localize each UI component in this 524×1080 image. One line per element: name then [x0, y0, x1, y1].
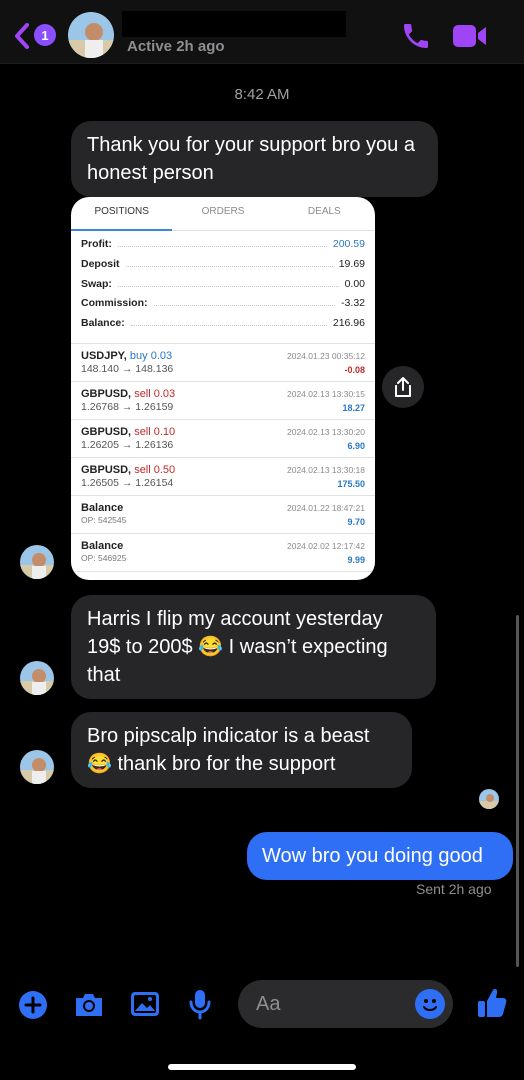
trade-profit: 18.27 — [342, 402, 365, 413]
video-camera-icon — [453, 25, 486, 47]
voice-message-button[interactable] — [188, 988, 212, 1020]
photo-icon — [131, 992, 159, 1016]
sender-avatar[interactable] — [20, 661, 54, 695]
tab-positions: POSITIONS — [71, 197, 173, 231]
emoji-button[interactable] — [415, 989, 445, 1019]
summary-label: Deposit — [81, 257, 120, 270]
phone-icon — [404, 24, 428, 48]
plus-icon — [19, 991, 47, 1019]
back-button[interactable]: 1 — [12, 18, 62, 54]
trade-action: sell 0.50 — [134, 463, 176, 476]
trade-symbol: USDJPY, — [81, 349, 127, 362]
like-button[interactable] — [476, 986, 508, 1020]
trade-action: sell 0.10 — [134, 425, 176, 438]
trade-symbol: GBPUSD, — [81, 387, 132, 400]
trade-date: 2024.01.22 18:47:21 — [287, 502, 365, 513]
summary-row: Commission: -3.32 — [81, 297, 365, 317]
trade-action: sell 0.03 — [134, 387, 176, 400]
message-input[interactable] — [256, 990, 406, 1018]
trade-date: 2024.02.13 13:30:18 — [287, 464, 365, 475]
read-receipt-avatar — [479, 789, 499, 809]
camera-button[interactable] — [73, 990, 105, 1020]
trade-symbol: Balance — [81, 539, 124, 552]
trade-prices: 1.26768 → 1.26159 — [81, 400, 174, 413]
summary-value: 200.59 — [332, 238, 365, 250]
more-actions-button[interactable] — [18, 990, 48, 1020]
scrollbar[interactable] — [516, 615, 519, 967]
camera-icon — [76, 994, 102, 1016]
trade-action: buy 0.03 — [129, 349, 173, 362]
home-indicator — [168, 1064, 356, 1070]
trade-date: 2024.02.02 12:17:42 — [287, 540, 365, 551]
sent-message[interactable]: Wow bro you doing good — [247, 832, 513, 880]
trade-tabs: POSITIONS ORDERS DEALS — [71, 197, 375, 231]
sender-avatar[interactable] — [20, 545, 54, 579]
trade-prices: 1.26205 → 1.26136 — [81, 438, 174, 451]
trade-symbol: GBPUSD, — [81, 425, 132, 438]
summary-value: 0.00 — [344, 277, 365, 290]
trade-profit: 175.50 — [337, 478, 365, 489]
share-icon — [395, 377, 411, 397]
message-text: Harris I flip my account yesterday 19$ t… — [87, 608, 388, 686]
summary-value: 216.96 — [332, 317, 365, 330]
chat-header: 1 Active 2h ago — [0, 0, 524, 64]
trade-row: GBPUSD, sell 0.10 1.26205 → 1.26136 2024… — [71, 420, 375, 458]
thumbs-up-icon — [478, 989, 507, 1017]
tab-orders: ORDERS — [201, 206, 245, 217]
balance-row: Balance OP: 542545 2024.01.22 18:47:21 9… — [71, 496, 375, 534]
summary-label: Commission: — [81, 297, 148, 310]
trade-date: 2024.01.23 00:35:12 — [287, 350, 365, 361]
trade-row: GBPUSD, sell 0.50 1.26505 → 1.26154 2024… — [71, 458, 375, 496]
trading-screenshot-attachment[interactable]: POSITIONS ORDERS DEALS Profit: 200.59 Dep… — [71, 197, 375, 580]
audio-call-button[interactable] — [400, 20, 432, 52]
trade-profit: -0.08 — [344, 364, 365, 375]
tab-deals: DEALS — [307, 206, 341, 217]
contact-avatar[interactable] — [68, 12, 114, 58]
summary-row: Profit: 200.59 — [81, 238, 365, 258]
balance-op: OP: 546925 — [81, 552, 127, 563]
gallery-button[interactable] — [130, 990, 160, 1018]
share-button[interactable] — [382, 366, 424, 408]
trade-date: 2024.02.13 13:30:15 — [287, 388, 365, 399]
received-message[interactable]: Thank you for your support bro you a hon… — [71, 121, 438, 197]
message-text: Wow bro you doing good — [262, 845, 483, 867]
summary-label: Swap: — [81, 277, 112, 290]
trade-prices: 148.140 → 148.136 — [81, 362, 174, 375]
unread-badge: 1 — [34, 24, 56, 46]
video-call-button[interactable] — [452, 22, 488, 50]
balance-row: Balance OP: 546925 2024.02.02 12:17:42 9… — [71, 534, 375, 572]
active-status: Active 2h ago — [127, 38, 225, 55]
balance-op: OP: 542545 — [81, 514, 127, 525]
chevron-left-icon — [15, 23, 29, 49]
summary-label: Balance: — [81, 317, 125, 330]
trade-profit: 9.99 — [347, 554, 365, 565]
emoji-icon — [423, 999, 437, 1011]
contact-name-redacted — [122, 11, 346, 37]
trade-row: GBPUSD, sell 0.03 1.26768 → 1.26159 2024… — [71, 382, 375, 420]
trade-row: USDJPY, buy 0.03 148.140 → 148.136 2024.… — [71, 344, 375, 382]
microphone-icon — [189, 990, 211, 1020]
trade-date: 2024.02.13 13:30:20 — [287, 426, 365, 437]
message-text: Thank you for your support bro you a hon… — [87, 134, 415, 184]
summary-row: Deposit 19.69 — [81, 258, 365, 278]
received-message[interactable]: Harris I flip my account yesterday 19$ t… — [71, 595, 436, 699]
trade-symbol: Balance — [81, 501, 124, 514]
received-message[interactable]: Bro pipscalp indicator is a beast 😂 than… — [71, 712, 412, 788]
sent-status: Sent 2h ago — [416, 881, 492, 897]
summary-label: Profit: — [81, 238, 112, 250]
message-composer[interactable] — [238, 980, 453, 1028]
message-timestamp: 8:42 AM — [234, 86, 290, 103]
summary-value: 19.69 — [338, 257, 365, 270]
trade-prices: 1.26505 → 1.26154 — [81, 476, 174, 489]
sender-avatar[interactable] — [20, 750, 54, 784]
summary-row: Swap: 0.00 — [81, 278, 365, 298]
trade-profit: 6.90 — [347, 440, 365, 451]
summary-value: -3.32 — [341, 297, 365, 310]
trade-symbol: GBPUSD, — [81, 463, 132, 476]
account-summary: Profit: 200.59 Deposit 19.69 Swap: 0.00 Com… — [71, 231, 375, 344]
message-text: Bro pipscalp indicator is a beast 😂 than… — [87, 725, 370, 775]
trade-profit: 9.70 — [347, 516, 365, 527]
summary-row: Balance: 216.96 — [81, 317, 365, 337]
